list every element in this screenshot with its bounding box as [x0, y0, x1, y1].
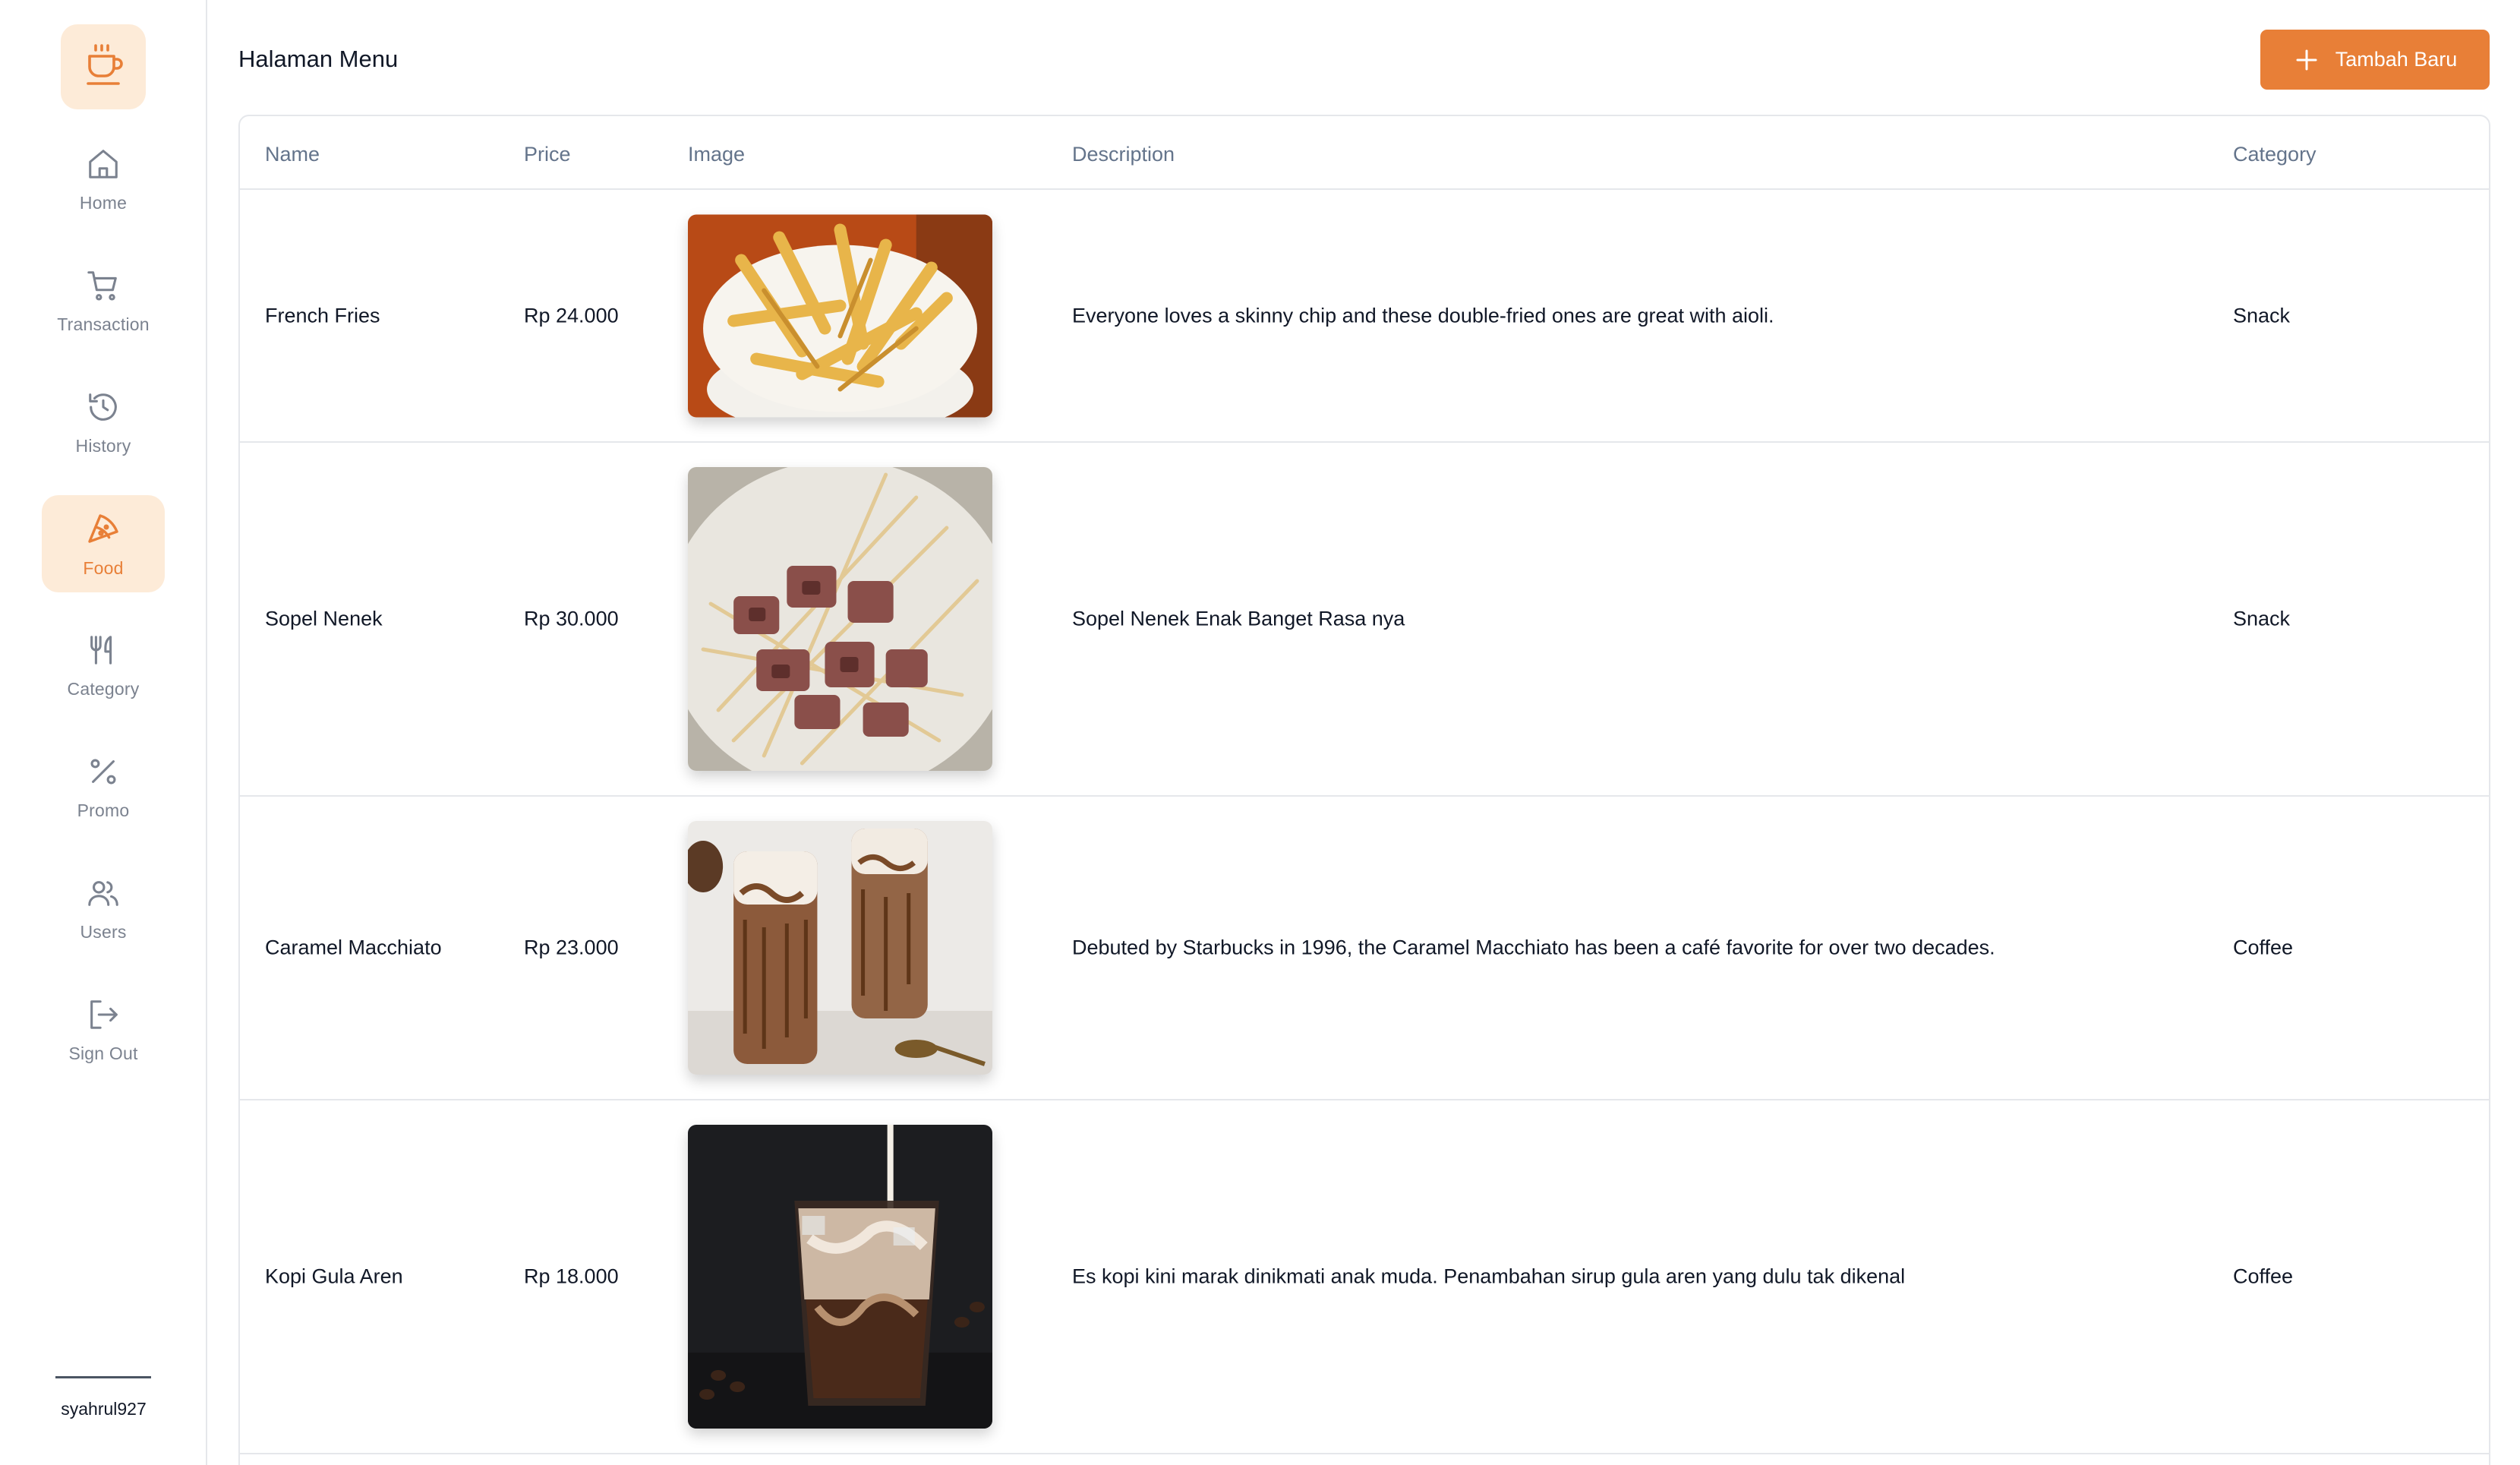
cell-category: Snack — [2233, 607, 2291, 630]
fork-knife-icon — [84, 630, 123, 670]
pizza-slice-icon — [84, 510, 123, 549]
sidebar-item-transaction[interactable]: Transaction — [42, 251, 165, 349]
table-row[interactable]: Caramel Macchiato Rp 23.000 Debuted by S… — [240, 797, 2489, 1100]
cell-price: Rp 18.000 — [524, 1265, 619, 1288]
cell-category: Coffee — [2233, 936, 2294, 959]
column-header-name[interactable]: Name — [265, 143, 320, 166]
cell-category: Coffee — [2233, 1265, 2294, 1288]
sidebar-item-label: Sign Out — [68, 1043, 138, 1063]
app-root: Home Transaction History Food Category P… — [0, 0, 2520, 1465]
iced-palm-sugar-coffee-image — [688, 1125, 992, 1429]
french-fries-image — [688, 214, 992, 417]
cell-price: Rp 30.000 — [524, 607, 619, 630]
caramel-macchiato-image — [688, 821, 992, 1075]
sign-out-icon — [84, 995, 123, 1034]
cell-category: Snack — [2233, 304, 2291, 327]
column-header-category[interactable]: Category — [2233, 143, 2317, 166]
user-divider — [55, 1376, 151, 1378]
cell-description: Sopel Nenek Enak Banget Rasa nya — [1072, 607, 1405, 630]
satay-skewers-image — [688, 467, 992, 771]
add-new-button[interactable]: Tambah Baru — [2260, 30, 2490, 90]
cell-description: Everyone loves a skinny chip and these d… — [1072, 304, 1774, 327]
sidebar-item-label: Food — [83, 557, 124, 578]
sidebar-item-label: Home — [79, 192, 128, 213]
cell-name: Kopi Gula Aren — [265, 1265, 403, 1288]
cell-name: Sopel Nenek — [265, 607, 383, 630]
sidebar-item-promo[interactable]: Promo — [42, 737, 165, 835]
column-header-price[interactable]: Price — [524, 143, 571, 166]
sidebar: Home Transaction History Food Category P… — [0, 0, 207, 1465]
home-icon — [84, 144, 123, 184]
sidebar-item-category[interactable]: Category — [42, 616, 165, 713]
cell-name: Caramel Macchiato — [265, 936, 442, 959]
menu-table: Name Price Image Description Category Fr… — [238, 115, 2490, 1465]
cell-price: Rp 24.000 — [524, 304, 619, 327]
column-header-image[interactable]: Image — [688, 143, 745, 166]
sidebar-item-food[interactable]: Food — [42, 495, 165, 592]
cart-icon — [84, 266, 123, 305]
sidebar-item-home[interactable]: Home — [42, 130, 165, 227]
sidebar-item-label: History — [75, 435, 131, 456]
sidebar-item-label: Promo — [77, 800, 130, 820]
cell-price: Rp 23.000 — [524, 936, 619, 959]
table-row[interactable]: Sopel Nenek Rp 30.000 Sopel Nenek Enak B… — [240, 443, 2489, 797]
plus-icon — [2293, 46, 2320, 74]
add-new-button-label: Tambah Baru — [2335, 48, 2458, 71]
sidebar-item-history[interactable]: History — [42, 373, 165, 470]
logo[interactable] — [61, 24, 146, 109]
page-title: Halaman Menu — [238, 46, 399, 72]
table-row[interactable]: French Fries Rp 24.000 Everyone loves a … — [240, 190, 2489, 443]
users-icon — [84, 873, 123, 913]
column-header-description[interactable]: Description — [1072, 143, 1175, 166]
table-header: Name Price Image Description Category — [240, 116, 2489, 190]
sidebar-item-label: Users — [80, 921, 127, 942]
sidebar-item-label: Transaction — [57, 314, 150, 334]
sidebar-item-label: Category — [67, 678, 140, 699]
cell-name: French Fries — [265, 304, 380, 327]
cell-description: Debuted by Starbucks in 1996, the Carame… — [1072, 936, 1995, 959]
history-icon — [84, 387, 123, 427]
sidebar-item-users[interactable]: Users — [42, 859, 165, 956]
cell-description: Es kopi kini marak dinikmati anak muda. … — [1072, 1265, 1906, 1288]
table-row[interactable]: Kopi Gula Aren Rp 18.000 Es kopi kini ma… — [240, 1100, 2489, 1454]
coffee-cup-icon — [82, 43, 125, 92]
username: syahrul927 — [61, 1399, 147, 1419]
percent-icon — [84, 752, 123, 791]
sidebar-item-sign-out[interactable]: Sign Out — [42, 980, 165, 1078]
